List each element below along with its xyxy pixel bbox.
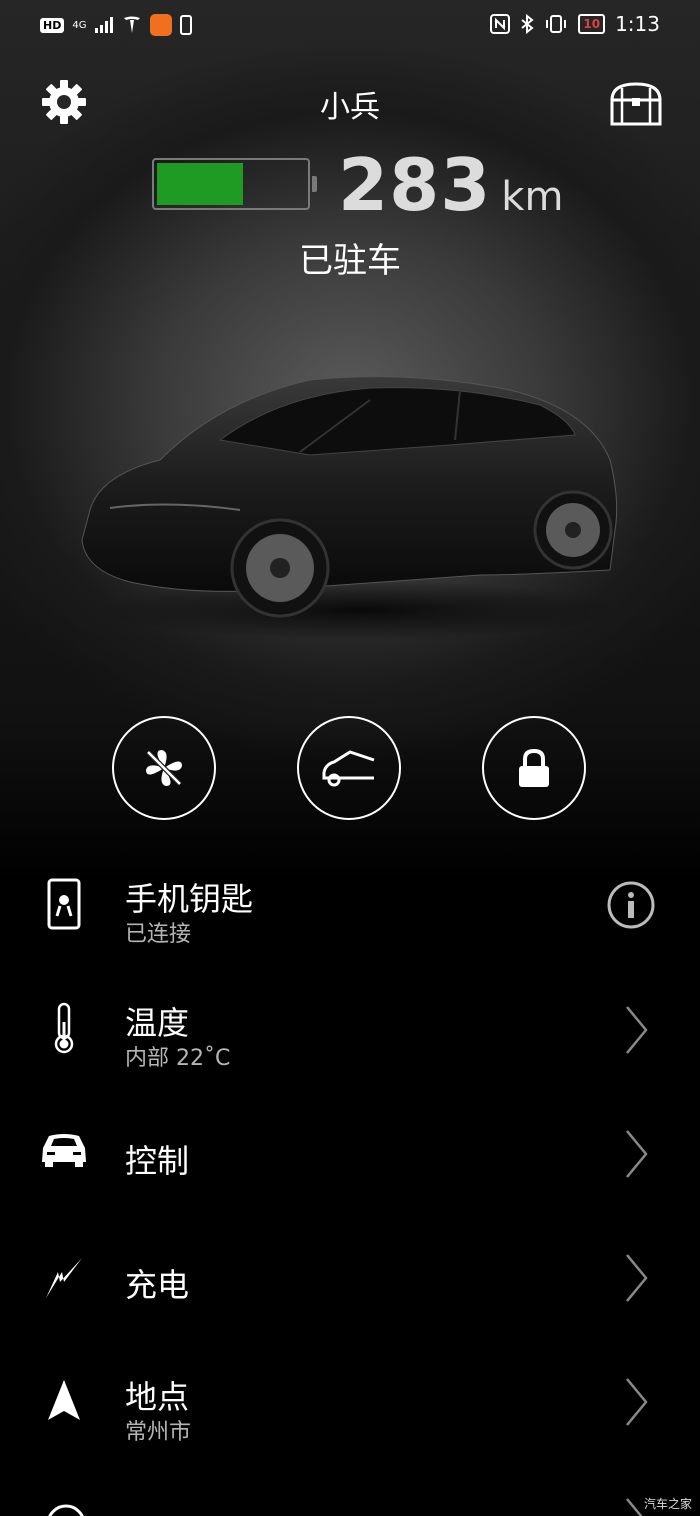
car-image (81, 376, 620, 640)
frunk-icon (322, 750, 375, 787)
menu-item-phone-key[interactable]: 手机钥匙 已连接 (0, 850, 700, 960)
chevron-right-icon (626, 1254, 648, 1302)
menu-item-controls[interactable]: 控制 (0, 1100, 700, 1210)
battery-gauge (152, 158, 310, 210)
hd-indicator: HD (40, 17, 65, 33)
range-unit: km (501, 174, 564, 220)
lightning-icon (46, 1258, 82, 1298)
phone-key-label: 手机钥匙 (125, 880, 254, 918)
nfc-icon (490, 14, 511, 34)
chevron-right-icon (626, 1378, 648, 1426)
menu-item-climate[interactable]: 温度 内部 22˚C (0, 974, 700, 1084)
tesla-logo-icon (124, 16, 141, 33)
phone-key-status: 已连接 (125, 922, 192, 947)
thermometer-icon (54, 1002, 74, 1054)
chevron-right-icon (626, 1006, 648, 1054)
battery-tip (312, 176, 317, 192)
vehicle-name: 小兵 (320, 90, 380, 125)
vibrate-icon (546, 15, 567, 33)
fan-button[interactable] (112, 716, 216, 820)
app-notification-icon (150, 14, 173, 36)
climate-temperature: 内部 22˚C (125, 1046, 231, 1071)
partial-icon (48, 1504, 84, 1516)
navigation-arrow-icon (48, 1380, 80, 1420)
menu-item-location[interactable]: 地点 常州市 (0, 1348, 700, 1458)
status-bar-right: 10 1:13 (490, 12, 660, 36)
location-city: 常州市 (125, 1420, 192, 1445)
location-label: 地点 (125, 1378, 190, 1416)
range-display: 283 km (338, 143, 563, 227)
lock-icon (519, 748, 549, 787)
bluetooth-icon (521, 14, 534, 34)
battery-status: 10 (578, 14, 606, 34)
fan-off-icon (146, 750, 182, 786)
vehicle-state: 已驻车 (299, 241, 401, 281)
controls-label: 控制 (125, 1142, 190, 1180)
car-front-icon (42, 1134, 86, 1167)
climate-label: 温度 (125, 1004, 190, 1042)
info-icon[interactable] (606, 880, 656, 930)
status-bar-left: HD 4G (40, 14, 193, 36)
toybox-icon[interactable] (608, 78, 664, 128)
charging-label: 充电 (125, 1266, 190, 1304)
menu-item-partial[interactable] (0, 1472, 700, 1516)
signal-icon (95, 17, 114, 33)
status-bar: HD 4G 10 1:13 (0, 0, 700, 52)
watermark: 汽车之家 (643, 1497, 692, 1511)
lock-button[interactable] (482, 716, 586, 820)
range-value: 283 (338, 143, 492, 227)
frunk-button[interactable] (297, 716, 401, 820)
menu-item-charging[interactable]: 充电 (0, 1224, 700, 1334)
phone-key-icon (47, 878, 81, 930)
chevron-right-icon (626, 1130, 648, 1178)
network-label: 4G (72, 19, 87, 31)
phone-status-icon (180, 15, 193, 35)
battery-fill (157, 163, 243, 205)
clock: 1:13 (615, 12, 660, 36)
